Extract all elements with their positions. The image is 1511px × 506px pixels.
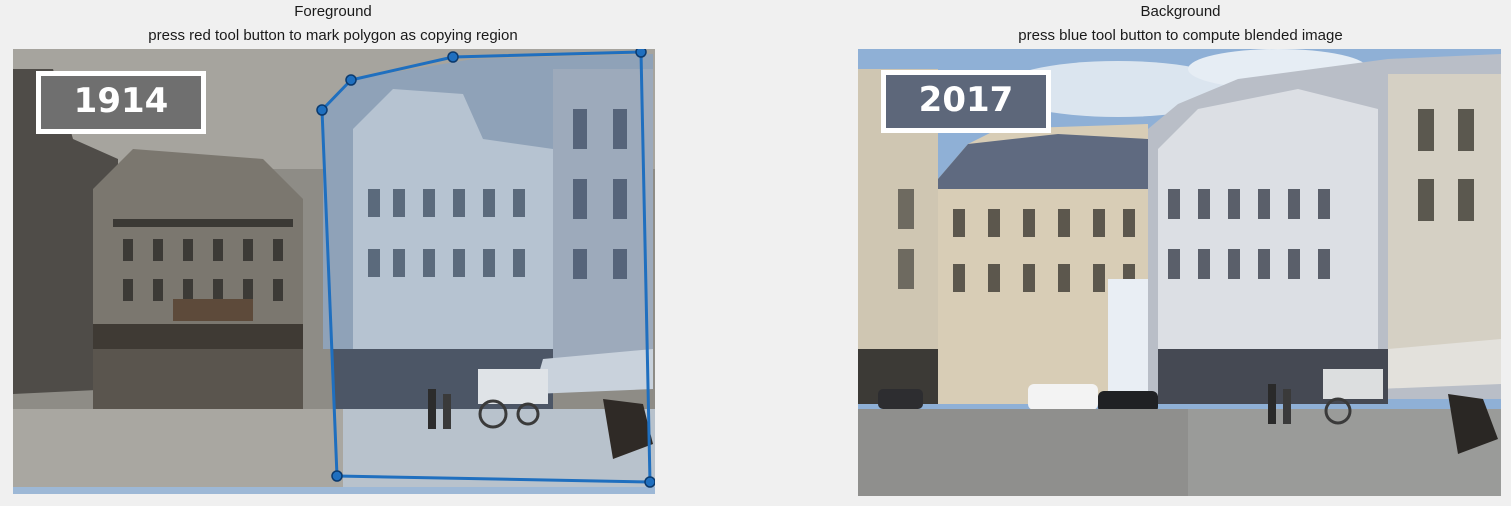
background-panel: Background press blue tool button to com… (850, 0, 1511, 506)
background-image[interactable]: 2017 (858, 49, 1501, 496)
polygon-vertex (316, 104, 328, 116)
polygon-vertex (447, 51, 459, 63)
foreground-title: Foreground (294, 3, 372, 20)
background-title: Background (1140, 3, 1221, 20)
foreground-panel: Foreground press red tool button to mark… (0, 0, 670, 506)
polygon-vertex (331, 470, 343, 482)
background-instruction: press blue tool button to compute blende… (1018, 27, 1343, 44)
polygon-vertex (345, 74, 357, 86)
foreground-instruction: press red tool button to mark polygon as… (148, 27, 518, 44)
foreground-image[interactable]: 1914 (13, 49, 655, 494)
year-badge-2017: 2017 (881, 70, 1051, 133)
polygon-vertex (644, 476, 655, 488)
year-badge-1914: 1914 (36, 71, 206, 134)
polygon-vertex (635, 49, 647, 58)
